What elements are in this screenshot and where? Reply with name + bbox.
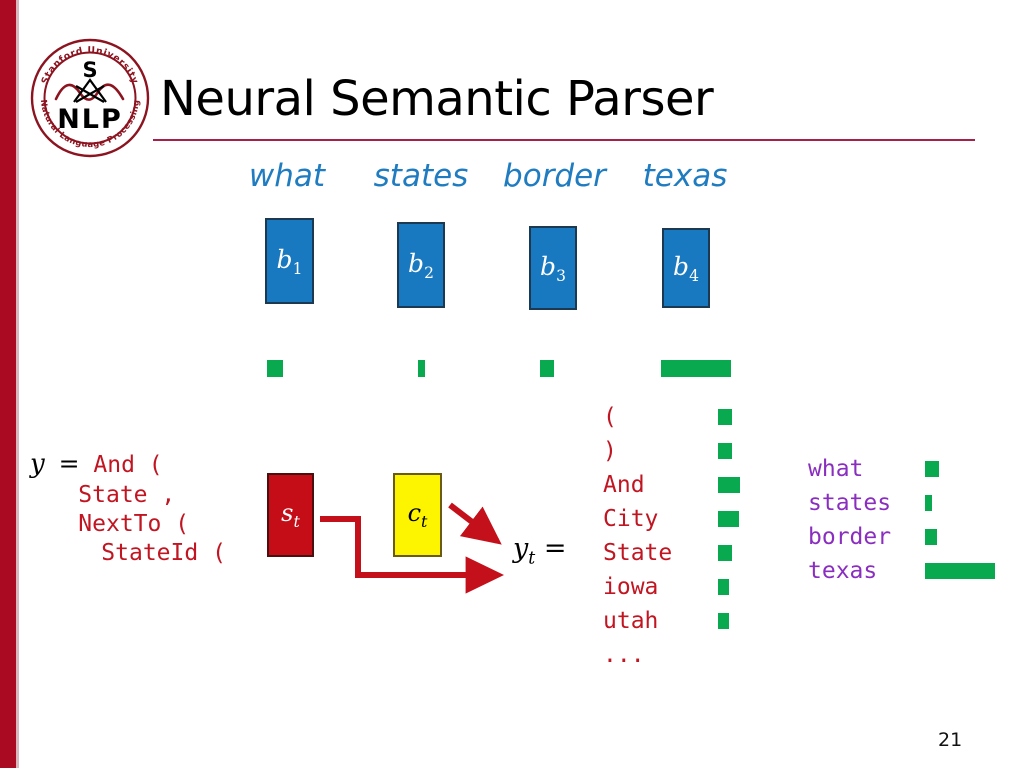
logical-form-y-symbol: y: [30, 449, 45, 479]
encoder-attention-bar-1: [267, 360, 283, 377]
page-title: Neural Semantic Parser: [160, 71, 714, 127]
logical-form-line-2: State ,: [78, 481, 176, 508]
left-sidebar-accent: [16, 0, 19, 768]
vocabulary-prob-bar: [718, 613, 729, 629]
logical-form-line-1: And (: [93, 452, 163, 478]
logical-form-equals: =: [58, 449, 80, 478]
encoder-word-1: what: [248, 158, 326, 194]
attention-prob-bar: [925, 563, 995, 579]
vocabulary-prob-bar: [718, 579, 729, 595]
vocabulary-token: And: [603, 472, 645, 498]
attention-prob-bar: [925, 495, 932, 511]
encoder-word-4: texas: [642, 158, 728, 194]
logical-form-equation: y = And ( State , NextTo ( StateId (: [30, 448, 226, 568]
encoder-word-2: states: [373, 158, 469, 194]
encoder-state-label-4: b4: [673, 251, 699, 285]
decoder-context-box: ct: [393, 473, 442, 557]
encoder-state-label-2: b2: [408, 248, 434, 282]
logical-form-line-3: NextTo (: [78, 510, 190, 537]
vocabulary-token: (: [603, 404, 617, 430]
context-to-output-arrow: [448, 502, 502, 545]
encoder-attention-bar-3: [540, 360, 554, 377]
decoder-state-label: st: [281, 499, 300, 531]
encoder-state-box-1: b1: [265, 218, 314, 304]
slide-canvas: Stanford University Natural Language Pro…: [0, 0, 1024, 768]
vocabulary-token: utah: [603, 608, 659, 634]
logo-svg: Stanford University Natural Language Pro…: [30, 38, 150, 158]
encoder-state-box-4: b4: [662, 228, 710, 308]
attention-token: states: [808, 490, 892, 516]
encoder-state-label-3: b3: [540, 251, 566, 285]
encoder-attention-bar-4: [661, 360, 731, 377]
vocabulary-token: ): [603, 438, 617, 464]
vocabulary-prob-bar: [718, 545, 732, 561]
vocabulary-prob-bar: [718, 443, 732, 459]
vocabulary-prob-bar: [718, 409, 732, 425]
vocabulary-prob-bar: [718, 511, 739, 527]
attention-prob-bar: [925, 529, 937, 545]
page-number: 21: [938, 729, 963, 751]
vocabulary-token: iowa: [603, 574, 659, 600]
decoder-context-label: ct: [407, 499, 428, 531]
attention-token: what: [808, 456, 864, 482]
encoder-state-box-2: b2: [397, 222, 445, 308]
encoder-word-3: border: [503, 158, 606, 194]
left-sidebar-bar: [0, 0, 16, 768]
vocabulary-prob-bar: [718, 477, 740, 493]
decoder-output-label: yt =: [513, 533, 567, 569]
logical-form-line-4: StateId (: [101, 539, 226, 566]
encoder-attention-bar-2: [418, 360, 425, 377]
attention-token: border: [808, 524, 892, 550]
encoder-state-label-1: b1: [276, 244, 303, 278]
title-underline: [153, 139, 975, 141]
vocabulary-token: State: [603, 540, 673, 566]
encoder-state-box-3: b3: [529, 226, 577, 310]
vocabulary-token: ...: [603, 642, 645, 668]
svg-text:NLP: NLP: [57, 104, 123, 135]
attention-token: texas: [808, 558, 878, 584]
stanford-nlp-logo: Stanford University Natural Language Pro…: [28, 36, 152, 160]
attention-prob-bar: [925, 461, 939, 477]
vocabulary-token: City: [603, 506, 659, 532]
decoder-state-box: st: [267, 473, 314, 557]
